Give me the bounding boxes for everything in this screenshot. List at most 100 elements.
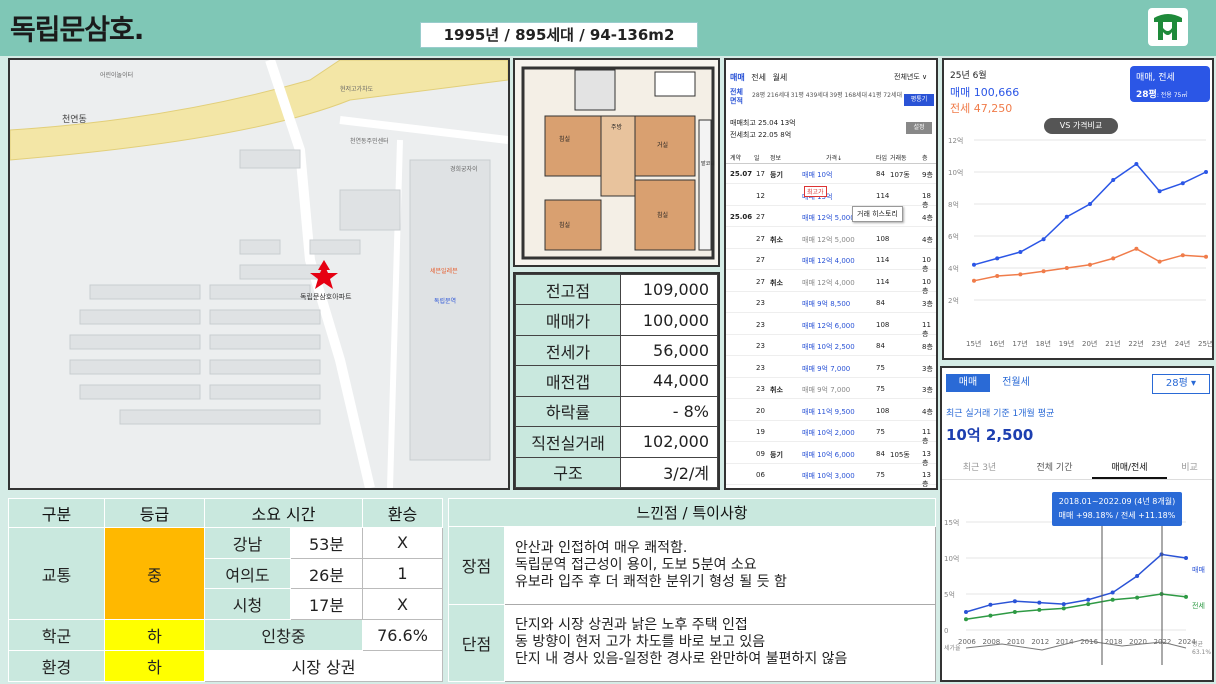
deal-type: 108 (876, 234, 890, 243)
data-point (1135, 574, 1140, 578)
x-tick-label: 16년 (989, 339, 1004, 348)
tab-recent3y[interactable]: 최근 3년 (942, 456, 1017, 479)
map-label-playground: 어린이놀이터 (100, 72, 134, 79)
deal-type: 84 (876, 449, 885, 458)
price-history-panel: 매매 전월세 28평 ▾ 최근 실거래 기준 1개월 평균 10억 2,500 … (940, 366, 1214, 682)
deal-row[interactable]: 23 매매 9억 8,500 84 3층 (726, 293, 936, 313)
y-tick-label: 8억 (948, 201, 959, 209)
price-row: 전세가 56,000 (515, 334, 718, 367)
deal-floor: 13층 (922, 471, 931, 488)
deal-column-header[interactable]: 거래동 (890, 153, 907, 162)
deal-column-header[interactable]: 타입 (876, 153, 887, 162)
commute-dest: 여의도 (204, 557, 291, 590)
data-point (972, 278, 976, 283)
deal-dong: 107동 (890, 171, 910, 179)
deal-column-header[interactable]: 가격↓ (826, 153, 842, 162)
deal-row[interactable]: 25.07 17 등기 매매 10억 84 107동 9층 (726, 164, 936, 184)
area-option[interactable]: 31평 439세대 (791, 90, 829, 99)
x-tick-label: 22년 (1128, 339, 1143, 348)
deal-row[interactable]: 25.0627매매 12억 5,0001084층 (726, 207, 936, 227)
pros-label: 장점 (448, 526, 505, 605)
year-filter[interactable]: 전체년도 ∨ (894, 72, 927, 82)
history-tabs: 최근 3년 전체 기간 매매/전세 비교 (942, 456, 1212, 480)
y-tick-label: 10억 (948, 169, 963, 177)
room-label: 침실 (559, 136, 571, 143)
pros-line: 유보라 입주 후 더 쾌적한 분위기 형성 될 듯 함 (515, 573, 787, 590)
tab-jeonse[interactable]: 전세 (751, 73, 766, 82)
deal-d: 27 (756, 277, 765, 286)
price-value: 102,000 (620, 426, 718, 458)
notes-table: 느낀점 / 특이사항 장점 안산과 인접하여 매우 쾌적함. 독립문역 접근성이… (448, 498, 936, 682)
commute-dest: 시청 (204, 588, 291, 621)
tab-sale-jeonse[interactable]: 매매/전세 (1092, 456, 1167, 479)
deal-row[interactable]: 27 취소 매매 12억 4,000 114 10층 (726, 272, 936, 295)
data-point (1041, 269, 1046, 274)
logo-icon (1146, 6, 1190, 48)
area-option[interactable]: 28평 216세대 (752, 90, 790, 99)
floor-plan: 침실 주방 거실 침실 침실 발코니 (513, 58, 720, 267)
room-label: 침실 (657, 212, 669, 219)
settings-button[interactable]: 설정 (906, 122, 932, 134)
deal-column-header[interactable]: 계약 (730, 153, 741, 162)
deal-row[interactable]: 20 매매 11억 9,500 108 4층 (726, 401, 936, 421)
area-all[interactable]: 전체 면적 (730, 88, 746, 106)
data-point (1037, 607, 1042, 612)
history-size-select[interactable]: 28평 ▾ (1152, 374, 1210, 394)
deal-d: 06 (756, 471, 765, 479)
area-options: 28평 216세대 31평 439세대 39평 168세대 41평 72세대 (752, 90, 902, 99)
deal-row[interactable]: 23 매매 9억 7,000 75 3층 (726, 358, 936, 378)
tab-all-period[interactable]: 전체 기간 (1017, 456, 1092, 479)
x-tick-label: 21년 (1105, 339, 1120, 348)
deal-type: 114 (876, 191, 890, 200)
price-row: 매매가 100,000 (515, 304, 718, 336)
tab-compare[interactable]: 비교 (1167, 456, 1212, 479)
history-tooltip-line2: 매매 +98.18% / 전세 +11.18% (1058, 511, 1176, 520)
deal-d: 23 (756, 299, 765, 307)
map-label-center: 천연동주민센터 (350, 138, 389, 145)
tab-monthly[interactable]: 월세 (773, 73, 788, 82)
env-label: 환경 (8, 650, 105, 682)
series-line-전세 (965, 593, 1187, 620)
deal-rows: 25.0717등기매매 10억84107동9층12매매 13억11418층25.… (726, 164, 936, 488)
price-label: 직전실거래 (515, 426, 622, 458)
price-label: 하락률 (515, 395, 622, 428)
deal-price: 매매 12억 4,000 (802, 257, 855, 265)
data-point (1204, 254, 1208, 259)
tab-sale[interactable]: 매매 (730, 73, 745, 82)
location-map[interactable]: 독립문삼호아파트 천연동 어린이놀이터 천연동주민센터 경희궁자이 세븐일레븐 … (8, 58, 510, 490)
deal-row[interactable]: 27 취소 매매 12억 5,000 108 4층 (726, 229, 936, 249)
deal-type: 75 (876, 428, 885, 436)
y-tick-label: 12억 (948, 137, 963, 145)
deal-row[interactable]: 09 등기 매매 10억 6,000 84 105동 13층 (726, 444, 936, 467)
deal-row[interactable]: 27 매매 12억 4,000 114 10층 (726, 250, 936, 273)
price-label: 전세가 (515, 334, 622, 367)
map-label-station: 독립문역 (434, 298, 457, 305)
deal-type: 84 (876, 342, 885, 350)
data-point (1018, 272, 1023, 277)
deal-row[interactable]: 06 매매 10억 3,000 75 13층 (726, 465, 936, 488)
deal-column-header[interactable]: 정보 (770, 153, 781, 162)
deal-row[interactable]: 12매매 13억11418층 (726, 186, 936, 209)
transaction-list: 매매 전세 월세 전체년도 ∨ 전체 면적 28평 216세대 31평 439세… (724, 58, 938, 490)
deal-column-header[interactable]: 층 (922, 153, 928, 162)
legend-volume: 평균 (1192, 640, 1204, 648)
deal-price: 매매 10억 6,000 (802, 450, 855, 459)
col-commute: 소요 시간 (204, 498, 363, 528)
deal-type: 108 (876, 406, 890, 415)
transport-label: 교통 (8, 526, 105, 621)
deal-price: 매매 9억 7,000 (802, 364, 851, 373)
deal-column-header[interactable]: 일 (754, 153, 760, 162)
price-value: 109,000 (620, 274, 718, 306)
tab-history-sale[interactable]: 매매 (946, 374, 990, 392)
history-tooltip[interactable]: 거래 히스토리 (852, 206, 903, 222)
deal-row[interactable]: 19 매매 10억 2,000 75 11층 (726, 422, 936, 445)
deal-row[interactable]: 23 매매 12억 6,000 108 11층 (726, 315, 936, 338)
tab-history-rent[interactable]: 전월세 (994, 374, 1038, 392)
deal-row[interactable]: 23 매매 10억 2,500 84 8층 (726, 336, 936, 356)
pros-text: 안산과 인접하여 매우 쾌적함. 독립문역 접근성이 용이, 도보 5분여 소요… (504, 526, 936, 605)
data-point (1061, 602, 1066, 607)
deal-row[interactable]: 23 취소 매매 9억 7,000 75 3층 (726, 379, 936, 399)
area-option[interactable]: 39평 168세대 (830, 90, 868, 99)
pyeong-toggle-button[interactable]: 평통기 (904, 94, 934, 106)
area-option[interactable]: 41평 72세대 (868, 90, 902, 99)
